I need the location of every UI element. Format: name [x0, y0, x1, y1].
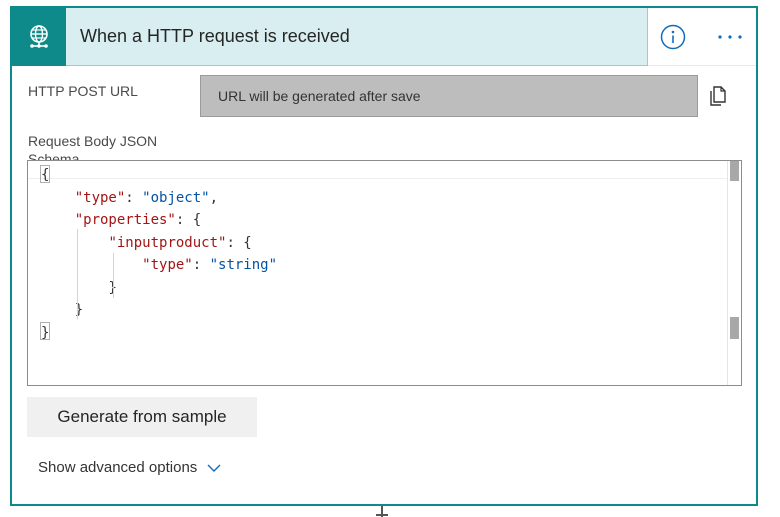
trigger-icon-box [12, 8, 66, 66]
code-line: } [41, 322, 721, 345]
more-options-button[interactable] [712, 23, 748, 51]
flow-connector-cap [376, 514, 388, 516]
code-token: { [41, 167, 50, 183]
code-token: "string" [209, 257, 278, 273]
code-line: "type": "object", [41, 187, 721, 210]
code-token: "type" [74, 189, 126, 206]
code-token: } [74, 302, 84, 318]
request-body-schema-label: Request Body JSON Schema [28, 133, 158, 162]
globe-network-icon [30, 25, 48, 48]
trigger-title: When a HTTP request is received [80, 26, 350, 46]
trigger-title-box[interactable]: When a HTTP request is received [66, 8, 648, 66]
code-token: } [41, 324, 50, 341]
code-line: "properties": { [41, 209, 721, 232]
http-post-url-value: URL will be generated after save [218, 88, 421, 104]
trigger-card: When a HTTP request is received HTTP POS… [10, 6, 758, 506]
chevron-down-icon [207, 464, 221, 472]
code-line: "type": "string" [41, 254, 721, 277]
show-advanced-options-toggle[interactable]: Show advanced options [38, 459, 221, 476]
json-code[interactable]: { "type": "object", "properties": { "inp… [41, 164, 721, 344]
code-line: } [41, 277, 721, 300]
code-line: "inputproduct": { [41, 232, 721, 255]
code-token: "inputproduct" [108, 234, 227, 251]
code-line: { [41, 164, 721, 187]
code-token: "type" [142, 257, 193, 273]
copy-url-button[interactable] [706, 83, 730, 109]
code-token: : [125, 189, 143, 206]
copy-icon [710, 86, 726, 106]
code-token: , [209, 189, 219, 206]
more-options-icon [718, 35, 742, 39]
info-button[interactable] [659, 23, 687, 51]
show-advanced-options-label: Show advanced options [38, 459, 198, 476]
code-token: "properties" [74, 212, 176, 228]
indent-guide [113, 253, 114, 298]
code-token: : [192, 257, 210, 273]
editor-scrollbar[interactable] [727, 161, 741, 385]
scrollbar-thumb-top[interactable] [730, 161, 739, 181]
trigger-header[interactable]: When a HTTP request is received [12, 8, 756, 66]
code-token: : { [226, 234, 252, 251]
code-line: } [41, 299, 721, 322]
http-post-url-label: HTTP POST URL [28, 83, 138, 99]
indent-guide [77, 229, 78, 319]
code-token: : { [175, 212, 202, 228]
code-token: "object" [142, 189, 210, 206]
json-schema-editor[interactable]: { "type": "object", "properties": { "inp… [27, 160, 742, 386]
info-icon [660, 24, 686, 50]
scrollbar-thumb-bottom[interactable] [730, 317, 739, 339]
http-post-url-field[interactable]: URL will be generated after save [200, 75, 698, 117]
generate-from-sample-button[interactable]: Generate from sample [27, 397, 257, 437]
